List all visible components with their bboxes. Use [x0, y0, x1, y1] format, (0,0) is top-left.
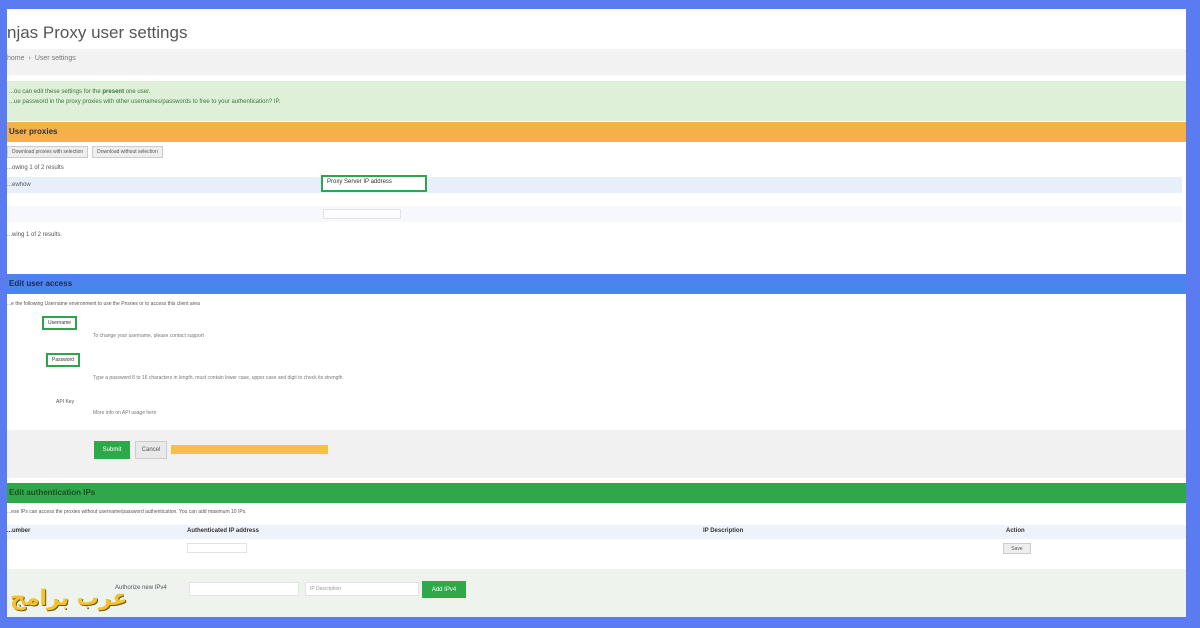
auth-ips-header: Edit authentication IPs: [7, 483, 1186, 503]
breadcrumb-separator: ›: [28, 55, 31, 62]
results-count-bottom: ...wing 1 of 2 results.: [7, 232, 63, 238]
username-hint: To change your username, please contact …: [93, 333, 204, 339]
proxy-list-row: ...ewhow: [7, 177, 1182, 193]
access-action-bar: Submit Cancel: [7, 430, 1186, 478]
password-strength-bar: [171, 445, 328, 454]
app-frame: njas Proxy user settings home › User set…: [7, 9, 1186, 617]
watermark-logo: عرب برامج: [10, 586, 128, 611]
alert-line-1: ...ou can edit these settings for the pr…: [9, 89, 151, 95]
breadcrumb: home › User settings: [7, 49, 1186, 75]
results-count-top: ...owing 1 of 2 results: [7, 165, 64, 171]
col-ip-address: Authenticated IP address: [187, 528, 259, 534]
submit-button[interactable]: Submit: [94, 441, 130, 459]
password-hint: Type a password 8 to 16 characters in le…: [93, 375, 343, 381]
add-ip-bar: Authorize new IPv4 IP Description Add IP…: [7, 569, 1186, 617]
user-proxies-header: User proxies: [7, 122, 1186, 142]
save-ip-button[interactable]: Save: [1003, 543, 1031, 554]
breadcrumb-current: User settings: [34, 55, 76, 62]
password-label: Password: [46, 353, 80, 367]
col-action: Action: [1006, 528, 1025, 534]
proxy-filter-input[interactable]: [323, 209, 401, 219]
proxy-filter-row: [7, 206, 1182, 222]
proxy-row-label: ...ewhow: [7, 182, 31, 188]
cancel-button[interactable]: Cancel: [135, 441, 167, 459]
download-buttons: Download proxies with selection Download…: [7, 146, 163, 158]
api-key-label: API Key: [56, 399, 75, 405]
add-ipv4-button[interactable]: Add IPv4: [422, 581, 466, 598]
username-label: Username: [42, 316, 78, 330]
alert-line-2: ...ue password in the proxy proxies with…: [9, 99, 281, 105]
new-ip-input[interactable]: [189, 582, 299, 596]
auth-intro: ...ese IPs can access the proxies withou…: [7, 509, 247, 515]
ip-cell-input[interactable]: [187, 543, 247, 553]
page-title: njas Proxy user settings: [7, 23, 188, 42]
access-intro: ...e the following Username environment …: [7, 301, 200, 307]
proxy-server-ip-field[interactable]: Proxy Server IP address: [321, 175, 427, 192]
api-key-hint[interactable]: More info on API usage here: [93, 410, 156, 416]
info-alert: ...ou can edit these settings for the pr…: [7, 81, 1186, 121]
breadcrumb-home[interactable]: home: [7, 55, 25, 62]
ip-description-input[interactable]: IP Description: [305, 582, 419, 596]
col-ip-description: IP Description: [703, 528, 744, 534]
col-number: ...umber: [7, 528, 31, 534]
download-with-selection-button[interactable]: Download proxies with selection: [7, 146, 89, 158]
edit-user-access-header: Edit user access: [7, 274, 1186, 294]
auth-table-header: ...umber Authenticated IP address IP Des…: [7, 525, 1186, 539]
download-without-selection-button[interactable]: Download without selection: [92, 146, 163, 158]
